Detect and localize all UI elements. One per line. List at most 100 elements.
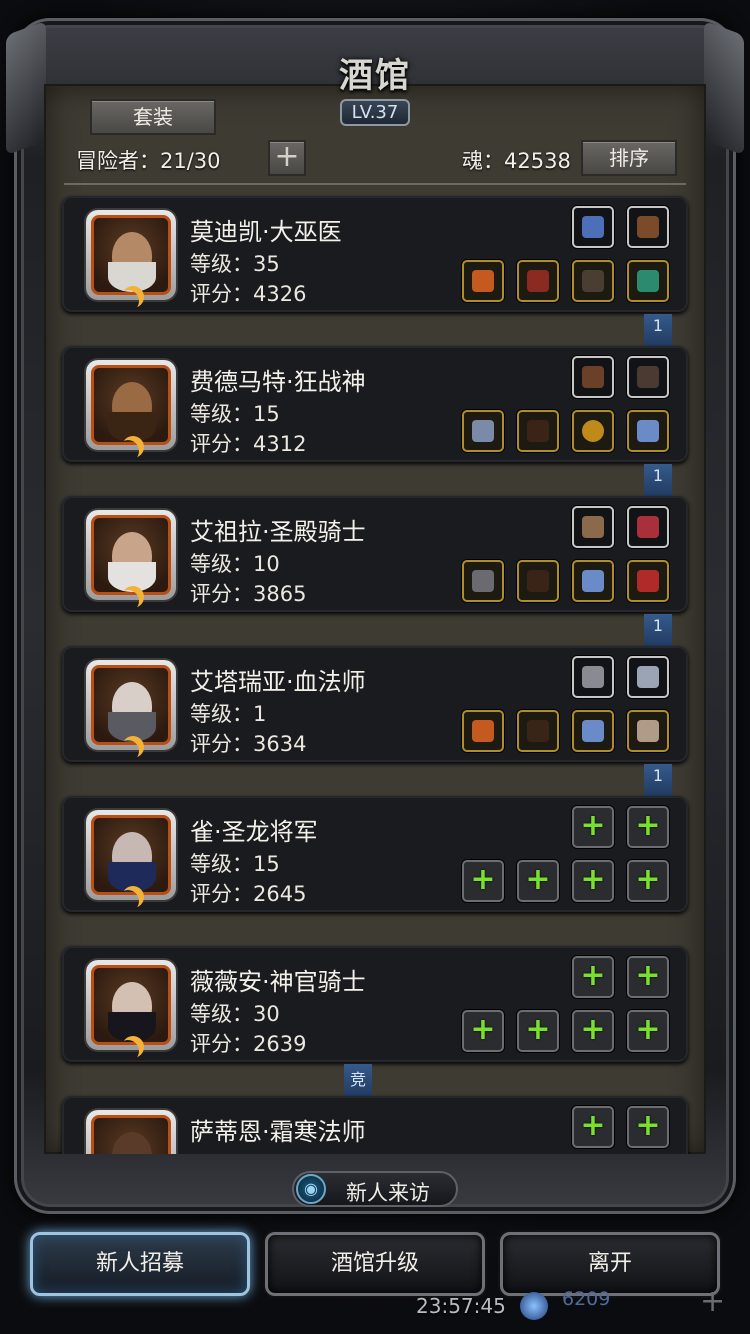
- add-equipment-icon: +: [525, 862, 551, 897]
- hero-card[interactable]: 费德马特·狂战神 等级：15 评分：4312: [62, 346, 688, 462]
- add-equipment-icon: +: [580, 1108, 606, 1143]
- hero-avatar: [91, 665, 171, 745]
- add-equipment-icon: +: [580, 808, 606, 843]
- new-visitor-button[interactable]: ◉ 新人来访: [292, 1171, 458, 1207]
- hero-card[interactable]: 雀·圣龙将军 等级：15 评分：2645 + + + + + +: [62, 796, 688, 912]
- hero-portrait[interactable]: [86, 810, 176, 900]
- empty-equipment-slot[interactable]: +: [627, 806, 669, 848]
- add-equipment-icon: +: [635, 1108, 661, 1143]
- empty-equipment-slot[interactable]: +: [627, 1106, 669, 1148]
- empty-equipment-slot[interactable]: +: [572, 1106, 614, 1148]
- sort-button[interactable]: 排序: [581, 140, 677, 176]
- add-capacity-button[interactable]: +: [268, 140, 306, 176]
- hero-avatar: [91, 515, 171, 595]
- hero-portrait[interactable]: [86, 510, 176, 600]
- page-title: 酒馆: [339, 56, 411, 96]
- hero-avatar: [91, 815, 171, 895]
- gem-icon: [520, 1292, 548, 1320]
- hero-score: 评分：4326: [190, 282, 307, 306]
- necklace-slot[interactable]: [572, 206, 614, 248]
- gloves-slot[interactable]: [627, 206, 669, 248]
- add-equipment-icon: +: [635, 808, 661, 843]
- book-slot[interactable]: [627, 656, 669, 698]
- empty-equipment-slot[interactable]: +: [572, 860, 614, 902]
- crescent-moon-icon: [122, 1036, 144, 1058]
- armor-slot[interactable]: [627, 410, 669, 452]
- hero-level: 等级：35: [190, 252, 280, 276]
- empty-equipment-slot[interactable]: +: [627, 860, 669, 902]
- cloak-slot[interactable]: [517, 710, 559, 752]
- empty-equipment-slot[interactable]: +: [572, 1010, 614, 1052]
- hero-portrait[interactable]: [86, 960, 176, 1050]
- add-equipment-icon: +: [580, 958, 606, 993]
- empty-equipment-slot[interactable]: +: [627, 1010, 669, 1052]
- hero-portrait[interactable]: [86, 360, 176, 450]
- empty-equipment-slot[interactable]: +: [517, 1010, 559, 1052]
- empty-equipment-slot[interactable]: +: [462, 1010, 504, 1052]
- armor-slot[interactable]: [572, 560, 614, 602]
- weapon-slot[interactable]: [462, 260, 504, 302]
- header-divider: [64, 183, 686, 185]
- cloak-slot[interactable]: [517, 410, 559, 452]
- hero-card[interactable]: 艾塔瑞亚·血法师 等级：1 评分：3634: [62, 646, 688, 762]
- new-visitor-label: 新人来访: [346, 1181, 430, 1205]
- bottom-hud: [0, 1296, 750, 1334]
- crescent-moon-icon: [122, 736, 144, 758]
- leave-button[interactable]: 离开: [500, 1232, 720, 1296]
- tavern-level-badge: LV.37: [339, 99, 411, 126]
- gloves-slot[interactable]: [572, 356, 614, 398]
- armor-slot[interactable]: [572, 710, 614, 752]
- ring-slot[interactable]: [572, 410, 614, 452]
- hero-card[interactable]: 艾祖拉·圣殿骑士 等级：10 评分：3865: [62, 496, 688, 612]
- empty-equipment-slot[interactable]: +: [572, 956, 614, 998]
- weapon-slot[interactable]: [462, 560, 504, 602]
- empty-equipment-slot[interactable]: +: [627, 956, 669, 998]
- empty-equipment-slot[interactable]: +: [462, 860, 504, 902]
- add-equipment-icon: +: [470, 862, 496, 897]
- cloak-slot[interactable]: [517, 560, 559, 602]
- shield-slot[interactable]: [572, 506, 614, 548]
- hero-card[interactable]: 莫迪凯·大巫医 等级：35 评分：4326: [62, 196, 688, 312]
- hero-portrait[interactable]: [86, 1110, 176, 1154]
- hero-name: 艾祖拉·圣殿骑士: [190, 518, 366, 546]
- crescent-moon-icon: [122, 286, 144, 308]
- amulet-slot[interactable]: [627, 560, 669, 602]
- shield-slot[interactable]: [627, 710, 669, 752]
- hero-score: 评分：3634: [190, 732, 307, 756]
- hero-name: 艾塔瑞亚·血法师: [190, 668, 366, 696]
- amulet-slot[interactable]: [572, 656, 614, 698]
- hero-avatar: [91, 965, 171, 1045]
- soul-count: 魂：42538: [462, 149, 571, 173]
- empty-equipment-slot[interactable]: +: [517, 860, 559, 902]
- weapon-slot[interactable]: [462, 410, 504, 452]
- empty-equipment-slot[interactable]: +: [572, 806, 614, 848]
- title-plate: 酒馆 LV.37: [300, 40, 450, 130]
- add-equipment-icon: +: [470, 1012, 496, 1047]
- hero-name: 莫迪凯·大巫医: [190, 218, 342, 246]
- boots-slot[interactable]: [627, 356, 669, 398]
- hero-name: 费德马特·狂战神: [190, 368, 366, 396]
- crescent-moon-icon: [122, 586, 144, 608]
- crescent-moon-icon: [122, 436, 144, 458]
- weapon-slot[interactable]: [462, 710, 504, 752]
- armor-slot[interactable]: [517, 260, 559, 302]
- recruit-button[interactable]: 新人招募: [30, 1232, 250, 1296]
- gloves-slot[interactable]: [627, 506, 669, 548]
- hero-avatar: [91, 1115, 171, 1154]
- hero-card[interactable]: 萨蒂恩·霜寒法师 + +: [62, 1096, 688, 1154]
- compass-icon: ◉: [296, 1174, 326, 1204]
- hero-list[interactable]: 莫迪凯·大巫医 等级：35 评分：4326 1 费德马特·狂战神 等级：15 评…: [50, 190, 700, 1154]
- add-gems-icon[interactable]: +: [700, 1284, 725, 1319]
- equipment-set-button[interactable]: 套装: [90, 99, 216, 135]
- add-equipment-icon: +: [635, 1012, 661, 1047]
- hero-card[interactable]: 薇薇安·神官骑士 等级：30 评分：2639 + + + + + +: [62, 946, 688, 1062]
- hero-portrait[interactable]: [86, 210, 176, 300]
- hero-portrait[interactable]: [86, 660, 176, 750]
- upgrade-tavern-button[interactable]: 酒馆升级: [265, 1232, 485, 1296]
- cloak-slot[interactable]: [572, 260, 614, 302]
- hero-name: 薇薇安·神官骑士: [190, 968, 366, 996]
- add-equipment-icon: +: [580, 862, 606, 897]
- hero-level: 等级：1: [190, 702, 267, 726]
- hero-avatar: [91, 365, 171, 445]
- ring-slot[interactable]: [627, 260, 669, 302]
